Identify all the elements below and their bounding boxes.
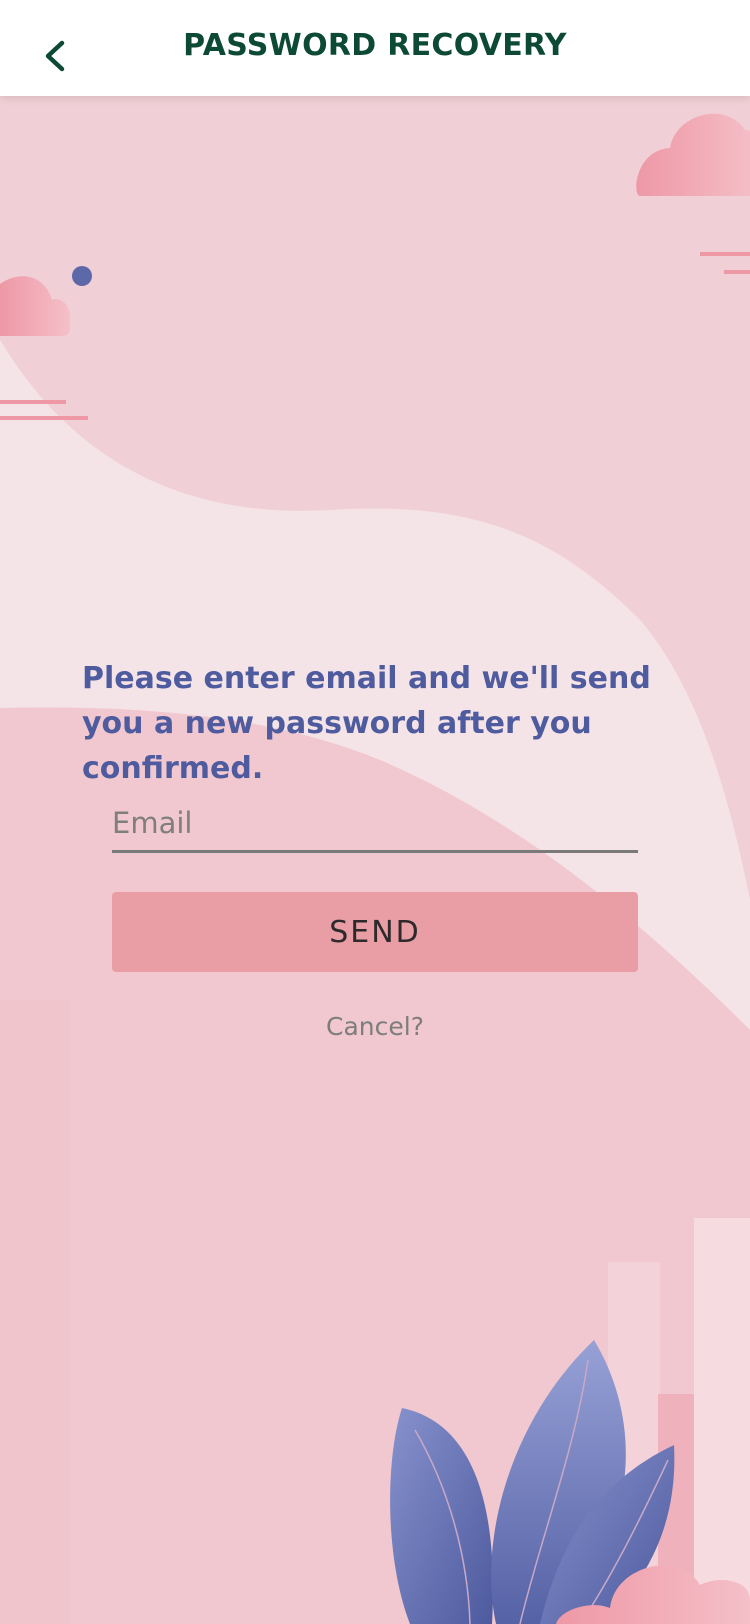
instruction-text: Please enter email and we'll send you a … (82, 661, 651, 786)
cancel-link[interactable]: Cancel? (0, 1012, 750, 1041)
send-button[interactable]: SEND (112, 892, 638, 972)
page-title: PASSWORD RECOVERY (183, 28, 567, 63)
recovery-form: Please enter email and we'll send you a … (0, 0, 750, 1624)
header-bar: PASSWORD RECOVERY (0, 0, 750, 96)
email-input[interactable] (112, 796, 638, 853)
